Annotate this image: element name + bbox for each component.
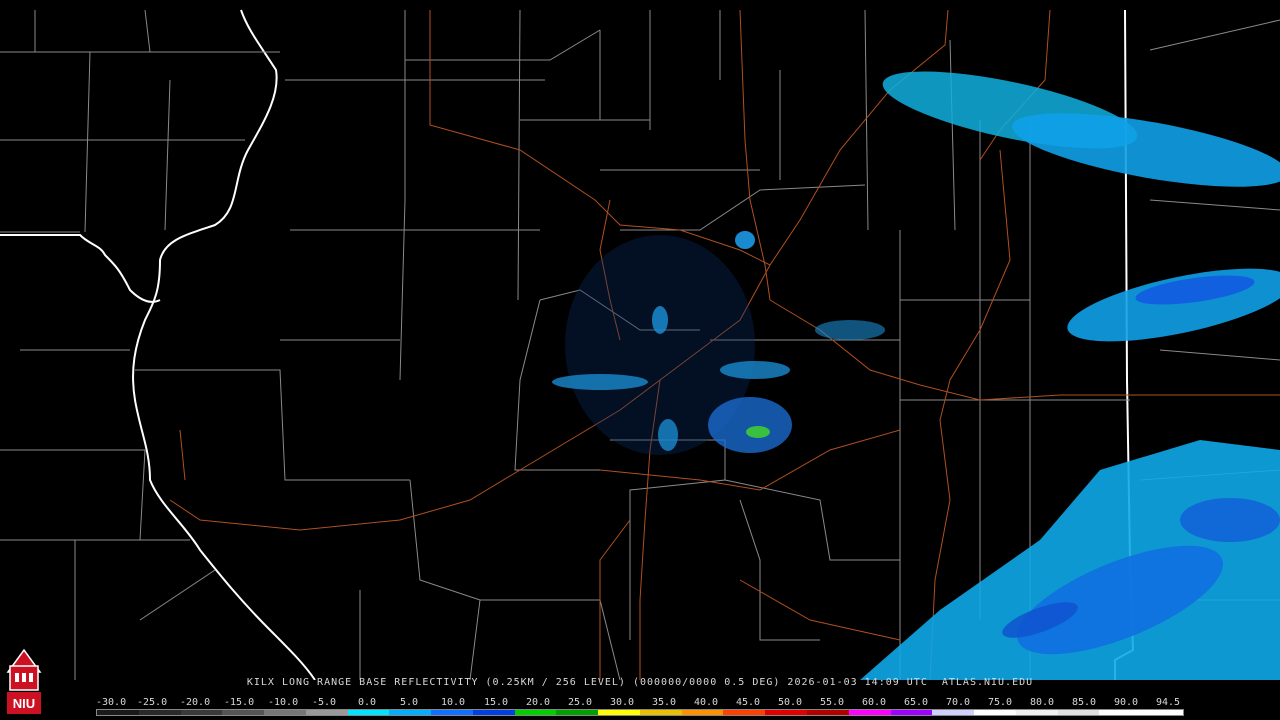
colorbar-segment — [765, 710, 808, 715]
colorbar-segment — [974, 710, 1016, 715]
colorbar-segment — [681, 710, 724, 715]
scale-label: 40.0 — [694, 697, 719, 708]
colorbar-segment — [932, 710, 975, 715]
scale-label: 90.0 — [1114, 697, 1139, 708]
colorbar-segment — [305, 710, 348, 715]
colorbar-segment — [639, 710, 682, 715]
scale-label: 55.0 — [820, 697, 845, 708]
scale-label: 25.0 — [568, 697, 593, 708]
colorbar-segment — [807, 710, 849, 715]
colorbar-segment — [431, 710, 473, 715]
product-caption: KILX LONG RANGE BASE REFLECTIVITY (0.25K… — [246, 677, 1034, 688]
colorbar-segment — [598, 710, 640, 715]
colorbar-segment — [264, 710, 306, 715]
scale-label: 30.0 — [610, 697, 635, 708]
scale-label: -5.0 — [312, 697, 337, 708]
colorbar-segment — [347, 710, 390, 715]
colorbar-segment — [556, 710, 599, 715]
scale-label: -25.0 — [137, 697, 168, 708]
colorbar-segment — [890, 710, 933, 715]
reflectivity-colorbar — [96, 709, 1184, 716]
scale-label: 20.0 — [526, 697, 551, 708]
scale-label: -20.0 — [180, 697, 211, 708]
scale-label: -30.0 — [96, 697, 127, 708]
radar-echoes — [552, 71, 1280, 680]
scale-label: 15.0 — [484, 697, 509, 708]
scale-label: 80.0 — [1030, 697, 1055, 708]
scale-label: 85.0 — [1072, 697, 1097, 708]
colorbar-segment — [1141, 710, 1183, 715]
scale-label: 50.0 — [778, 697, 803, 708]
scale-label: 5.0 — [400, 697, 419, 708]
colorbar-segment — [180, 710, 223, 715]
colorbar-segment — [472, 710, 515, 715]
scale-label: 94.5 — [1156, 697, 1181, 708]
scale-label: 35.0 — [652, 697, 677, 708]
logo-text: NIU — [13, 696, 35, 711]
colorbar-segment — [1057, 710, 1100, 715]
colorbar-segment — [1099, 710, 1142, 715]
color-scale-labels: -30.0 -25.0 -20.0 -15.0 -10.0 -5.0 0.0 5… — [96, 697, 1196, 709]
scale-label: -10.0 — [268, 697, 299, 708]
colorbar-segment — [514, 710, 557, 715]
colorbar-segment — [1015, 710, 1058, 715]
scale-label: -15.0 — [224, 697, 255, 708]
scale-label: 65.0 — [904, 697, 929, 708]
colorbar-segment — [222, 710, 265, 715]
colorbar-segment — [138, 710, 181, 715]
scale-label: 0.0 — [358, 697, 377, 708]
colorbar-segment — [97, 710, 139, 715]
colorbar-segment — [389, 710, 432, 715]
scale-label: 10.0 — [441, 697, 466, 708]
scale-label: 45.0 — [736, 697, 761, 708]
colorbar-segment — [723, 710, 766, 715]
scale-label: 70.0 — [946, 697, 971, 708]
radar-map — [0, 9, 1280, 680]
colorbar-segment — [848, 710, 891, 715]
niu-logo-icon: NIU — [6, 648, 42, 714]
scale-label: 60.0 — [862, 697, 887, 708]
scale-label: 75.0 — [988, 697, 1013, 708]
